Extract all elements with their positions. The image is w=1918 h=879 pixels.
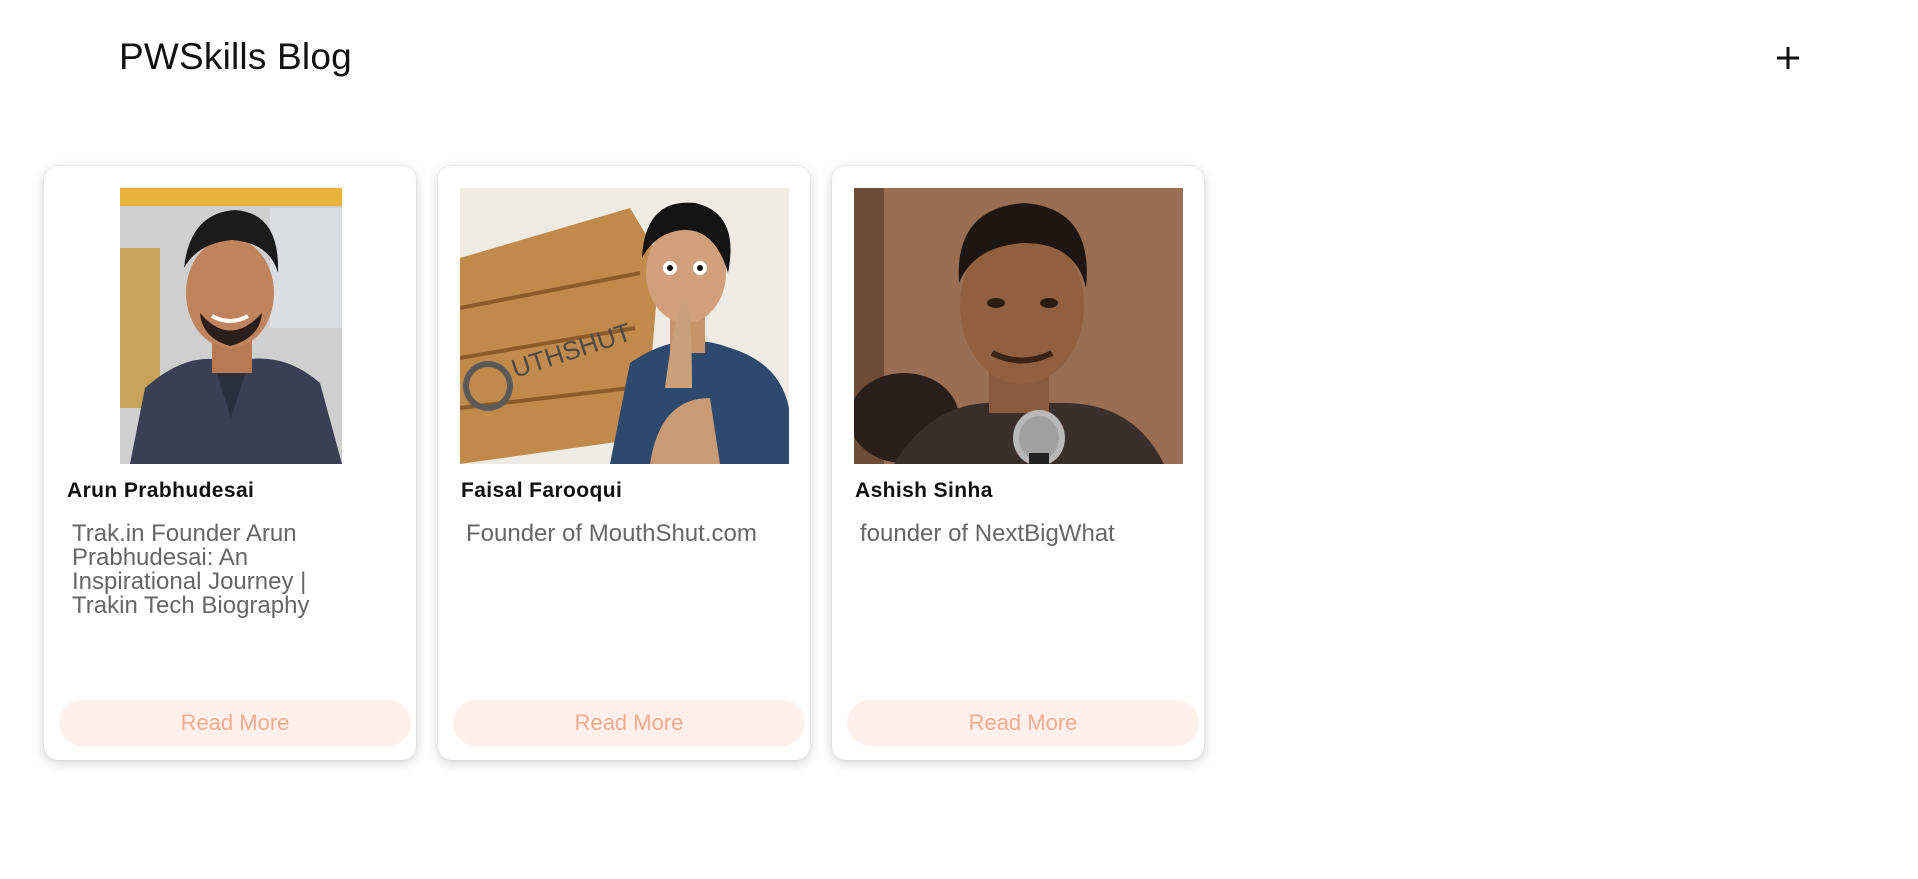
read-more-button[interactable]: Read More bbox=[453, 700, 805, 746]
header: PWSkills Blog bbox=[0, 0, 1918, 120]
author-photo: UTHSHUT bbox=[460, 188, 789, 464]
post-title: Founder of MouthShut.com bbox=[466, 520, 757, 547]
blog-card: Arun Prabhudesai Trak.in Founder Arun Pr… bbox=[44, 166, 416, 760]
author-name: Faisal Farooqui bbox=[461, 479, 623, 502]
add-post-button[interactable] bbox=[1768, 38, 1808, 78]
author-photo bbox=[120, 188, 342, 464]
site-title[interactable]: PWSkills Blog bbox=[119, 36, 352, 78]
author-name: Arun Prabhudesai bbox=[67, 479, 255, 502]
blog-card: UTHSHUT Faisal Farooqui Founder of Mouth… bbox=[438, 166, 810, 760]
read-more-button[interactable]: Read More bbox=[847, 700, 1199, 746]
author-photo bbox=[854, 188, 1183, 464]
blog-card-list: Arun Prabhudesai Trak.in Founder Arun Pr… bbox=[44, 166, 1204, 760]
author-name: Ashish Sinha bbox=[855, 479, 993, 502]
read-more-button[interactable]: Read More bbox=[59, 700, 411, 746]
post-title: founder of NextBigWhat bbox=[860, 520, 1115, 547]
blog-card: Ashish Sinha founder of NextBigWhat Read… bbox=[832, 166, 1204, 760]
plus-icon bbox=[1777, 47, 1799, 69]
post-title: Trak.in Founder Arun Prabhudesai: An Ins… bbox=[72, 520, 310, 619]
